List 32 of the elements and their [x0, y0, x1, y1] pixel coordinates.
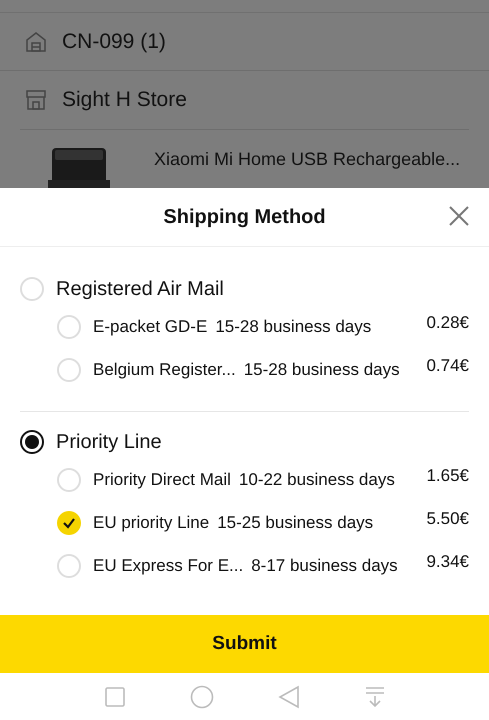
submit-button[interactable]: Submit — [0, 615, 489, 673]
option-name: Priority Direct Mail — [93, 468, 231, 491]
check-icon[interactable] — [57, 510, 81, 534]
store-name: Sight H Store — [62, 87, 187, 114]
option-name: EU Express For E... — [93, 554, 244, 577]
price: 9.34€ — [426, 550, 469, 573]
back-icon[interactable] — [278, 684, 300, 708]
download-icon[interactable] — [364, 686, 386, 708]
group-name: Priority Line — [56, 430, 162, 455]
sheet-title: Shipping Method — [163, 205, 326, 230]
price: 1.65€ — [426, 464, 469, 487]
delivery-time: 8-17 business days — [251, 554, 398, 577]
warehouse-icon — [24, 30, 48, 54]
delivery-time: 15-28 business days — [244, 358, 400, 381]
circle-icon[interactable] — [190, 684, 214, 708]
close-icon — [448, 205, 470, 227]
square-icon[interactable] — [104, 686, 126, 708]
radio-button[interactable] — [20, 430, 44, 454]
option-name: Belgium Register... — [93, 358, 236, 381]
warehouse-label: CN-099 (1) — [62, 28, 166, 55]
product-title: Xiaomi Mi Home USB Rechargeable... — [154, 148, 460, 171]
price: 0.28€ — [426, 312, 469, 334]
delivery-time: 15-25 business days — [217, 512, 374, 534]
delivery-time: 10-22 business days — [238, 468, 395, 491]
option-name: EU priority Line — [93, 512, 210, 534]
price: 0.74€ — [426, 354, 469, 377]
group-name: Registered Air Mail — [56, 277, 224, 302]
price: 5.50€ — [426, 508, 469, 530]
store-icon — [24, 88, 48, 112]
option-name: E-packet GD-E — [93, 316, 208, 338]
delivery-time: 15-28 business days — [215, 316, 372, 338]
close-button[interactable] — [447, 204, 471, 228]
